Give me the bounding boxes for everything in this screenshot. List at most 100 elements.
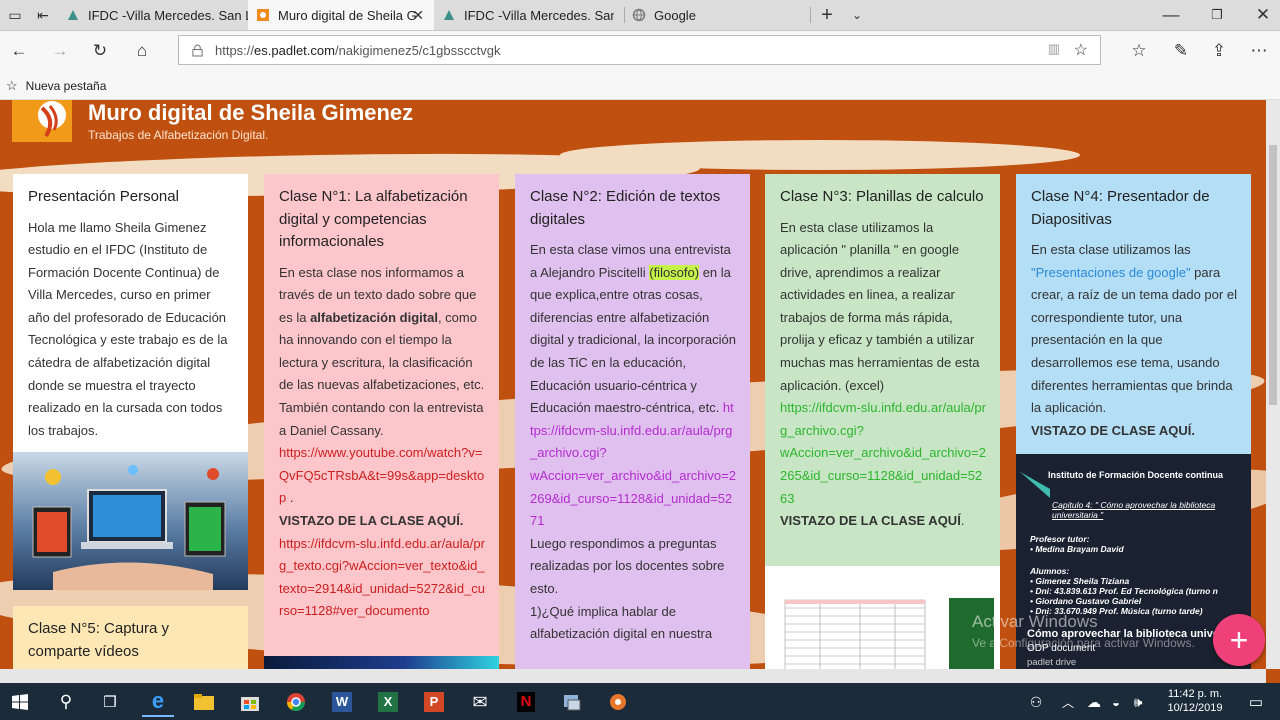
youtube-link[interactable]: https://www.youtube.com/watch?v=QvFQ5cTR… [279, 445, 484, 505]
post-title: Clase N°1: La alfabetización digital y c… [279, 188, 468, 250]
archivo-link-params[interactable]: wAccion=ver_archivo&id_archivo=2269&id_c… [530, 468, 736, 528]
taskbar: ⚲ ❒ e W X P ✉ N ⚇ ︿ ☁ ◒ 🕪 11:42 p. m. 10… [0, 683, 1280, 720]
horizontal-scrollbar[interactable] [0, 669, 1266, 683]
clock[interactable]: 11:42 p. m. 10/12/2019 [1160, 687, 1230, 715]
close-tab-icon[interactable]: ✕ [412, 7, 424, 24]
tab-back-icon[interactable]: ⇤ [32, 4, 54, 26]
slide-student-1: • Gimenez Sheila Tiziana [1030, 576, 1130, 586]
slide-institute: Instituto de Formación Docente continua [1048, 470, 1224, 480]
app-icon[interactable] [556, 687, 588, 717]
ifdc-icon [444, 10, 454, 20]
recorder-icon[interactable] [602, 687, 634, 717]
word-icon[interactable]: W [326, 687, 358, 717]
post-image-technology[interactable] [13, 452, 248, 590]
tab-list-icon[interactable]: ⌄ [846, 4, 868, 26]
new-tab-favorite[interactable]: ☆ Nueva pestaña [6, 78, 106, 94]
post-title: Clase N°4: Presentador de Diapositivas [1031, 188, 1210, 228]
notifications-icon[interactable]: ▭ [1240, 687, 1272, 717]
back-icon[interactable]: ← [8, 40, 30, 62]
post-cta: VISTAZO DE CLASE AQUÍ. [1031, 422, 1195, 438]
favorites-bar: ☆ Nueva pestaña [0, 71, 1280, 100]
ifdc-icon [68, 10, 78, 20]
search-icon[interactable]: ⚲ [50, 687, 82, 717]
post-clase-4[interactable]: Clase N°4: Presentador de Diapositivas E… [1016, 174, 1251, 454]
mail-icon[interactable]: ✉ [464, 687, 496, 717]
share-icon[interactable]: ⇪ [1208, 40, 1230, 62]
slide-tutor: • Medina Brayam David [1030, 544, 1124, 554]
restore-icon[interactable]: ❐ [1206, 4, 1228, 26]
post-clase-1[interactable]: Clase N°1: La alfabetización digital y c… [264, 174, 499, 656]
wall-subtitle: Trabajos de Alfabetización Digital. [88, 128, 269, 142]
url-scheme: https:// [215, 42, 255, 58]
tab-google[interactable]: Google [624, 0, 810, 30]
home-icon[interactable]: ⌂ [131, 40, 153, 62]
star-icon: ☆ [6, 78, 18, 93]
minimize-icon[interactable]: — [1160, 4, 1182, 26]
url-host: es.padlet.com [254, 42, 335, 58]
excel-icon[interactable]: X [372, 687, 404, 717]
chrome-icon[interactable] [280, 687, 312, 717]
tab-label: Google [654, 7, 696, 23]
post-body: En esta clase utilizamos la aplicación "… [780, 219, 986, 529]
wall-avatar [12, 100, 72, 142]
post-cta: VISTAZO DE LA CLASE AQUÍ [780, 513, 961, 529]
archivo-link[interactable]: https://ifdcvm-slu.infd.edu.ar/aula/prg_… [780, 400, 986, 438]
reading-view-icon[interactable]: ▥ [1048, 41, 1060, 57]
class-link[interactable]: https://ifdcvm-slu.infd.edu.ar/aula/prg_… [279, 536, 485, 619]
tab-padlet[interactable]: Muro digital de Sheila G ✕ [248, 0, 434, 30]
volume-icon[interactable]: 🕪 [1122, 687, 1154, 717]
wall-title: Muro digital de Sheila Gimenez [88, 100, 414, 125]
tab-label: IFDC -Villa Mercedes. San Lu [88, 7, 248, 23]
address-bar[interactable]: https://es.padlet.com/nakigimenez5/c1gbs… [178, 35, 1101, 65]
url-path: /nakigimenez5/c1gbsscctvgk [334, 42, 501, 58]
navigation-bar: ← → ↻ ⌂ https://es.padlet.com/nakigimene… [0, 31, 1280, 71]
padlet-icon [257, 9, 269, 21]
google-slides-link[interactable]: "Presentaciones de google" [1031, 265, 1191, 280]
task-view-icon[interactable]: ❒ [94, 687, 126, 717]
post-clase-2[interactable]: Clase N°2: Edición de textos digitales E… [515, 174, 750, 669]
favorites-icon[interactable]: ☆ [1128, 40, 1150, 62]
post-title: Clase N°3: Planillas de calculo [780, 188, 984, 205]
people-icon[interactable]: ⚇ [1020, 687, 1052, 717]
slide-tutor-label: Profesor tutor: [1030, 534, 1090, 544]
tab-label: Muro digital de Sheila G [278, 7, 417, 23]
page-scrollbar[interactable] [1266, 100, 1280, 669]
post-title: Clase N°5: Captura y comparte vídeos [28, 620, 170, 660]
google-icon [632, 8, 646, 22]
favorite-star-icon[interactable]: ☆ [1074, 40, 1088, 60]
post-cta: VISTAZO DE LA CLASE AQUÍ. [279, 513, 464, 529]
lock-icon [192, 44, 203, 57]
notes-icon[interactable]: ✎ [1170, 40, 1192, 62]
post-clase-3[interactable]: Clase N°3: Planillas de calculo En esta … [765, 174, 1000, 566]
archivo-link-params[interactable]: wAccion=ver_archivo&id_archivo=2265&id_c… [780, 445, 986, 505]
post-title: Clase N°2: Edición de textos digitales [530, 188, 721, 228]
close-window-icon[interactable]: ✕ [1252, 4, 1274, 26]
more-icon[interactable]: ⋯ [1248, 40, 1270, 62]
post-image-strip [264, 656, 499, 669]
tab-actions-icon[interactable]: ▭ [4, 4, 26, 26]
forward-icon[interactable]: → [49, 40, 71, 62]
start-windows-icon[interactable] [4, 687, 36, 717]
refresh-icon[interactable]: ↻ [89, 40, 111, 62]
activation-watermark-sub: Ve a Configuración para activar Windows. [972, 636, 1195, 650]
post-body: Hola me llamo Sheila Gimenez estudio en … [28, 219, 228, 438]
post-presentacion-personal[interactable]: Presentación Personal Hola me llamo Shei… [13, 174, 248, 452]
post-body: En esta clase utilizamos las "Presentaci… [1031, 242, 1237, 438]
scrollbar-thumb[interactable] [1269, 145, 1277, 405]
padlet-wall: Muro digital de Sheila Gimenez Trabajos … [0, 100, 1266, 669]
spreadsheet-preview[interactable] [765, 566, 1000, 669]
new-tab-icon[interactable]: + [816, 4, 838, 26]
edge-icon[interactable]: e [142, 687, 174, 717]
tab-ifdc-2[interactable]: IFDC -Villa Mercedes. San L [434, 0, 624, 30]
tab-bar: ▭ ⇤ IFDC -Villa Mercedes. San Lu Muro di… [0, 0, 1280, 31]
tab-ifdc-1[interactable]: IFDC -Villa Mercedes. San Lu [58, 0, 248, 30]
store-icon[interactable] [234, 687, 266, 717]
powerpoint-icon[interactable]: P [418, 687, 450, 717]
netflix-icon[interactable]: N [510, 687, 542, 717]
post-body: En esta clase nos informamos a través de… [279, 264, 486, 619]
post-title: Presentación Personal [28, 188, 179, 205]
add-post-button[interactable]: + [1213, 614, 1265, 666]
slide-student-2: • Dni: 43.839.613 Prof. Ed Tecnológica (… [1030, 586, 1218, 596]
file-explorer-icon[interactable] [188, 687, 220, 717]
post-clase-5[interactable]: Clase N°5: Captura y comparte vídeos [13, 606, 248, 669]
